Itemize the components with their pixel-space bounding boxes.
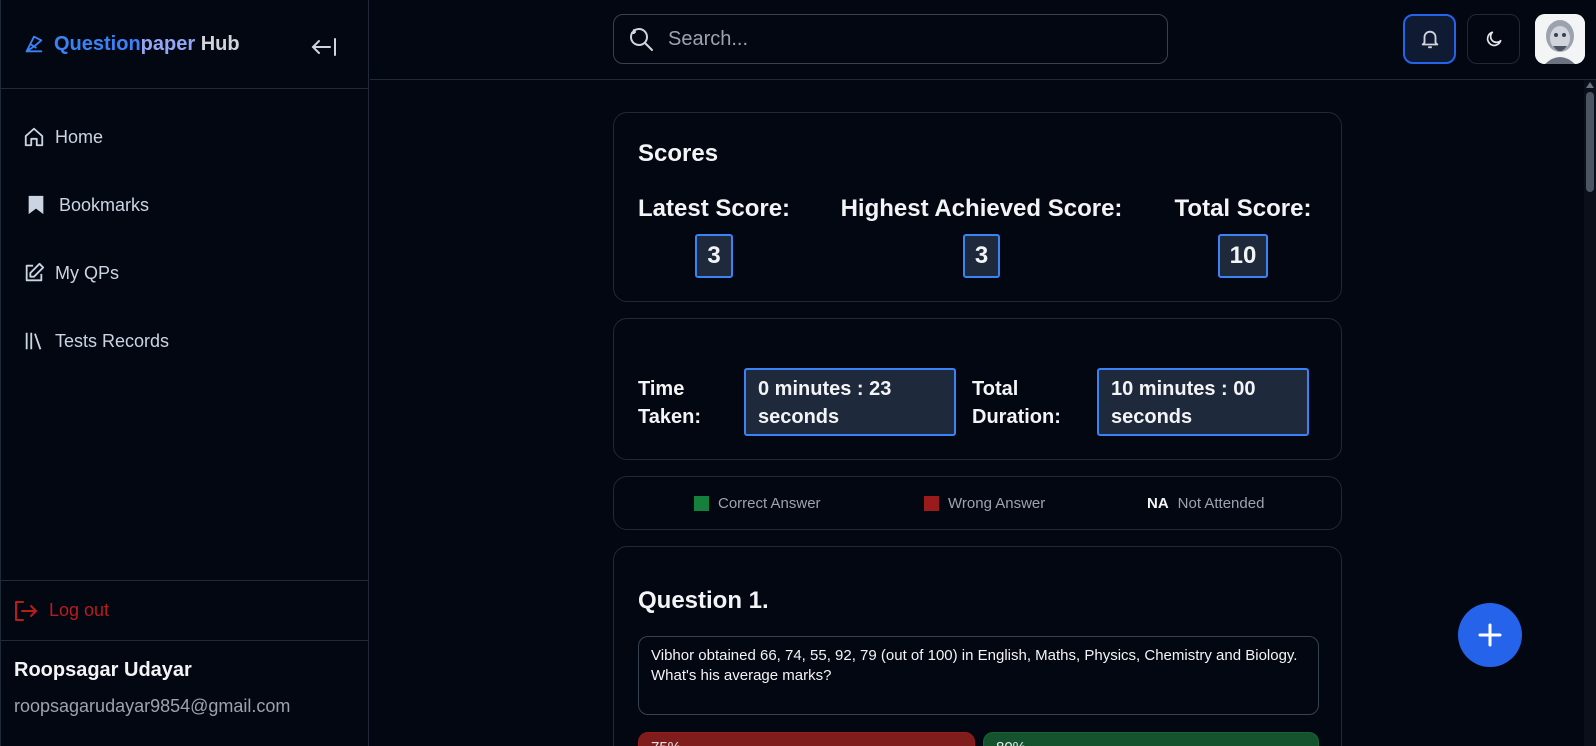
user-email: roopsagarudayar9854@gmail.com xyxy=(14,696,291,716)
home-icon xyxy=(23,126,45,148)
search-bar[interactable] xyxy=(613,14,1168,64)
total-score: Total Score: 10 xyxy=(1173,195,1313,278)
time-taken-value-line2: seconds xyxy=(758,406,840,428)
option-wrong[interactable]: 75% xyxy=(638,732,975,746)
option-correct[interactable]: 80% xyxy=(983,732,1319,746)
total-duration-value: 10 minutes : 00 seconds xyxy=(1097,368,1309,436)
page-scrollbar[interactable] xyxy=(1584,80,1596,746)
highest-score-label: Highest Achieved Score: xyxy=(840,195,1123,222)
question-card: Question 1. Vibhor obtained 66, 74, 55, … xyxy=(613,546,1342,746)
total-score-value: 10 xyxy=(1217,234,1269,278)
sidebar-item-label: Tests Records xyxy=(55,330,170,351)
brand-name-part1: Question xyxy=(54,32,141,55)
question-text[interactable]: Vibhor obtained 66, 74, 55, 92, 79 (out … xyxy=(638,636,1319,715)
logout-button[interactable]: Log out xyxy=(1,580,368,641)
brand-name-part3: Hub xyxy=(195,32,240,55)
scores-card: Scores Latest Score: 3 Highest Achieved … xyxy=(613,112,1342,302)
library-icon xyxy=(23,330,45,352)
sidebar-item-label: My QPs xyxy=(55,262,120,283)
add-button[interactable] xyxy=(1458,603,1522,667)
scores-title: Scores xyxy=(638,140,719,167)
bell-icon xyxy=(1421,30,1438,49)
scrollbar-thumb[interactable] xyxy=(1586,92,1594,192)
edit-icon xyxy=(23,262,45,284)
na-tag: NA xyxy=(1147,495,1169,512)
logo-icon xyxy=(25,35,43,53)
sidebar-item-bookmarks[interactable]: Bookmarks xyxy=(1,171,368,239)
legend-not-attended-label: Not Attended xyxy=(1177,495,1265,512)
time-card: Time Taken: 0 minutes : 23 seconds Total… xyxy=(613,318,1342,460)
time-taken-value-line1: 0 minutes : 23 xyxy=(758,378,892,400)
notifications-button[interactable] xyxy=(1403,14,1456,64)
total-score-label: Total Score: xyxy=(1174,195,1312,222)
theme-toggle-button[interactable] xyxy=(1467,14,1520,64)
time-taken-label: Time Taken: xyxy=(638,375,701,431)
legend-wrong-label: Wrong Answer xyxy=(948,495,1046,512)
plus-icon xyxy=(1478,623,1502,647)
legend-correct: Correct Answer xyxy=(694,495,821,512)
avatar-image xyxy=(1535,14,1585,64)
total-duration-value-line1: 10 minutes : 00 xyxy=(1111,378,1256,400)
brand-name-part2: paper xyxy=(140,32,196,55)
time-taken-label-line1: Time xyxy=(638,378,685,400)
sidebar-item-label: Bookmarks xyxy=(59,194,150,215)
highest-score-value: 3 xyxy=(962,234,1001,278)
legend-correct-label: Correct Answer xyxy=(718,495,821,512)
brand-name[interactable]: Questionpaper Hub xyxy=(54,33,240,56)
legend-card: Correct Answer Wrong Answer NA Not Atten… xyxy=(613,476,1342,530)
total-duration-value-line2: seconds xyxy=(1111,406,1193,428)
logout-icon xyxy=(15,600,37,621)
sidebar: Questionpaper Hub Home Bookmarks My QPs xyxy=(0,0,369,746)
latest-score-label: Latest Score: xyxy=(638,195,791,222)
user-info: Roopsagar Udayar roopsagarudayar9854@gma… xyxy=(14,659,290,717)
sidebar-item-label: Home xyxy=(55,126,104,147)
moon-icon xyxy=(1486,31,1501,47)
correct-swatch xyxy=(694,496,709,511)
collapse-sidebar-icon[interactable] xyxy=(310,36,338,58)
total-duration-label: Total Duration: xyxy=(972,375,1061,431)
time-taken-value: 0 minutes : 23 seconds xyxy=(744,368,956,436)
search-icon xyxy=(630,28,653,51)
scroll-up-arrow-icon[interactable] xyxy=(1586,82,1594,88)
search-input[interactable] xyxy=(668,27,1128,51)
latest-score: Latest Score: 3 xyxy=(638,195,790,278)
latest-score-value: 3 xyxy=(695,234,733,278)
question-title: Question 1. xyxy=(638,587,769,614)
legend-wrong: Wrong Answer xyxy=(924,495,1045,512)
sidebar-item-home[interactable]: Home xyxy=(1,103,368,171)
bookmark-icon xyxy=(25,194,47,216)
brand-header: Questionpaper Hub xyxy=(1,0,368,89)
time-taken-label-line2: Taken: xyxy=(638,406,701,428)
sidebar-item-tests-records[interactable]: Tests Records xyxy=(1,307,368,375)
top-header xyxy=(370,0,1596,80)
total-duration-label-line2: Duration: xyxy=(972,406,1061,428)
sidebar-item-my-qps[interactable]: My QPs xyxy=(1,239,368,307)
legend-not-attended: NA Not Attended xyxy=(1147,495,1264,512)
avatar[interactable] xyxy=(1535,14,1585,64)
logout-label: Log out xyxy=(49,600,110,620)
wrong-swatch xyxy=(924,496,939,511)
user-name: Roopsagar Udayar xyxy=(14,659,192,681)
total-duration-label-line1: Total xyxy=(972,378,1019,400)
sidebar-nav: Home Bookmarks My QPs Tests Records xyxy=(1,89,368,375)
highest-score: Highest Achieved Score: 3 xyxy=(839,195,1124,278)
